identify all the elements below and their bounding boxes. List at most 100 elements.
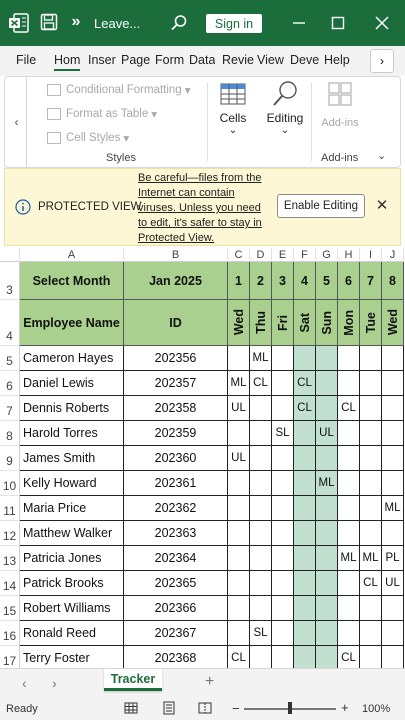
leave-code-cell[interactable] [272, 446, 294, 471]
leave-code-cell[interactable] [228, 546, 250, 571]
leave-code-cell[interactable] [294, 346, 316, 371]
add-ins-button[interactable]: Add-ins [319, 79, 361, 129]
leave-code-cell[interactable] [316, 621, 338, 646]
leave-code-cell[interactable] [316, 371, 338, 396]
leave-code-cell[interactable]: PL [382, 546, 404, 571]
leave-code-cell[interactable]: ML [228, 371, 250, 396]
column-header-e[interactable]: E [272, 248, 294, 262]
employee-id-cell[interactable]: 202365 [124, 571, 228, 596]
leave-code-cell[interactable]: SL [272, 421, 294, 446]
leave-code-cell[interactable]: UL [316, 421, 338, 446]
sign-in-button[interactable]: Sign in [206, 14, 262, 33]
leave-code-cell[interactable]: ML [338, 546, 360, 571]
leave-code-cell[interactable] [338, 521, 360, 546]
tab-file[interactable]: File [16, 53, 36, 67]
employee-name-cell[interactable]: Terry Foster [20, 646, 124, 668]
maximize-icon[interactable] [327, 12, 349, 34]
leave-code-cell[interactable] [272, 396, 294, 421]
leave-code-cell[interactable]: ML [382, 496, 404, 521]
leave-code-cell[interactable]: ML [316, 471, 338, 496]
leave-code-cell[interactable] [316, 496, 338, 521]
next-sheet-icon[interactable]: › [52, 675, 57, 691]
leave-code-cell[interactable] [250, 471, 272, 496]
column-header-d[interactable]: D [250, 248, 272, 262]
leave-code-cell[interactable] [294, 646, 316, 668]
leave-code-cell[interactable]: ML [360, 546, 382, 571]
leave-code-cell[interactable] [228, 421, 250, 446]
employee-name-cell[interactable]: Patrick Brooks [20, 571, 124, 596]
leave-code-cell[interactable] [316, 596, 338, 621]
column-header-f[interactable]: F [294, 248, 316, 262]
leave-code-cell[interactable] [272, 571, 294, 596]
leave-code-cell[interactable] [294, 546, 316, 571]
add-sheet-icon[interactable]: + [205, 673, 214, 691]
previous-sheet-icon[interactable]: ‹ [22, 675, 27, 691]
leave-code-cell[interactable] [360, 346, 382, 371]
leave-code-cell[interactable] [382, 396, 404, 421]
leave-code-cell[interactable] [228, 346, 250, 371]
employee-id-cell[interactable]: 202356 [124, 346, 228, 371]
tab-insert[interactable]: Inser [88, 53, 116, 67]
cells-button[interactable]: Cells ⌄ [218, 79, 248, 136]
employee-id-cell[interactable]: 202357 [124, 371, 228, 396]
leave-code-cell[interactable] [250, 521, 272, 546]
leave-code-cell[interactable] [316, 521, 338, 546]
leave-code-cell[interactable] [360, 396, 382, 421]
leave-code-cell[interactable] [382, 596, 404, 621]
row-header-13[interactable]: 13 [0, 546, 20, 571]
leave-code-cell[interactable] [360, 421, 382, 446]
employee-name-cell[interactable]: Cameron Hayes [20, 346, 124, 371]
leave-code-cell[interactable] [294, 446, 316, 471]
leave-code-cell[interactable] [272, 646, 294, 668]
employee-name-cell[interactable]: Kelly Howard [20, 471, 124, 496]
leave-code-cell[interactable] [360, 646, 382, 668]
employee-id-cell[interactable]: 202367 [124, 621, 228, 646]
leave-code-cell[interactable] [272, 496, 294, 521]
more-commands-icon[interactable]: » [68, 12, 84, 32]
employee-name-cell[interactable]: Robert Williams [20, 596, 124, 621]
leave-code-cell[interactable] [360, 471, 382, 496]
leave-code-cell[interactable]: CL [338, 646, 360, 668]
leave-code-cell[interactable] [382, 371, 404, 396]
tab-help[interactable]: Help [324, 53, 350, 67]
page-layout-view-icon[interactable] [162, 701, 176, 715]
leave-code-cell[interactable] [250, 496, 272, 521]
row-header-8[interactable]: 8 [0, 421, 20, 446]
leave-code-cell[interactable] [272, 471, 294, 496]
column-header-j[interactable]: J [382, 248, 404, 262]
leave-code-cell[interactable] [272, 521, 294, 546]
employee-id-cell[interactable]: 202363 [124, 521, 228, 546]
ribbon-scroll-left-icon[interactable]: ‹ [7, 77, 27, 167]
leave-code-cell[interactable]: SL [250, 621, 272, 646]
zoom-out-icon[interactable]: − [232, 701, 240, 716]
zoom-slider-thumb[interactable] [288, 702, 292, 714]
normal-view-icon[interactable] [124, 701, 138, 715]
zoom-in-icon[interactable]: + [341, 700, 349, 715]
leave-code-cell[interactable] [294, 421, 316, 446]
leave-code-cell[interactable] [272, 371, 294, 396]
row-header-7[interactable]: 7 [0, 396, 20, 421]
leave-code-cell[interactable] [250, 596, 272, 621]
sheet-tab-tracker[interactable]: Tracker [104, 669, 162, 691]
cell-styles-button[interactable]: Cell Styles ▾ [47, 131, 129, 145]
leave-code-cell[interactable] [360, 521, 382, 546]
leave-code-cell[interactable] [272, 596, 294, 621]
leave-code-cell[interactable] [250, 646, 272, 668]
leave-code-cell[interactable] [294, 596, 316, 621]
employee-name-cell[interactable]: Dennis Roberts [20, 396, 124, 421]
zoom-level[interactable]: 100% [362, 703, 390, 715]
leave-code-cell[interactable] [250, 396, 272, 421]
minimize-icon[interactable] [288, 12, 310, 34]
leave-code-cell[interactable]: UL [228, 446, 250, 471]
leave-code-cell[interactable] [316, 446, 338, 471]
search-icon[interactable] [168, 12, 190, 34]
leave-code-cell[interactable] [338, 371, 360, 396]
column-header-i[interactable]: I [360, 248, 382, 262]
leave-code-cell[interactable] [316, 571, 338, 596]
row-header-10[interactable]: 10 [0, 471, 20, 496]
close-icon[interactable]: ✕ [375, 198, 389, 213]
leave-code-cell[interactable] [338, 421, 360, 446]
leave-code-cell[interactable] [228, 621, 250, 646]
tab-view[interactable]: View [257, 53, 284, 67]
tab-review[interactable]: Revie [222, 53, 254, 67]
